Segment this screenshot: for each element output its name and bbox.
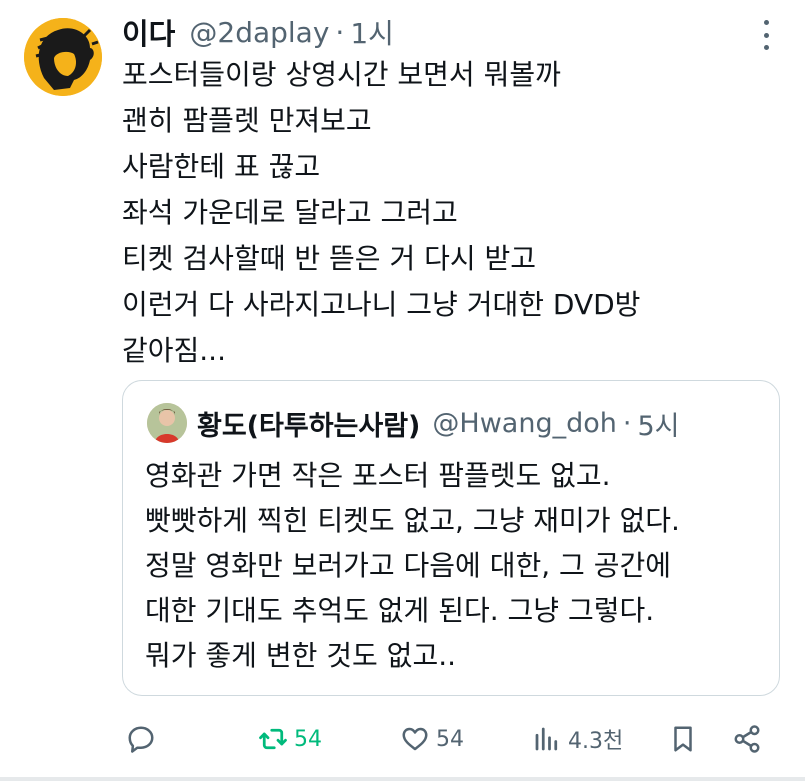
bar-chart-icon <box>535 727 558 751</box>
tweet-text: 포스터들이랑 상영시간 보면서 뭐볼까 괜히 팜플렛 만져보고 사람한테 표 끊… <box>122 52 782 374</box>
quoted-text: 영화관 가면 작은 포스터 팜플렛도 없고. 빳빳하게 찍힌 티켓도 없고, 그… <box>145 453 765 678</box>
more-options-icon[interactable] <box>754 20 778 50</box>
bookmark-button[interactable] <box>668 722 698 756</box>
author-avatar[interactable] <box>24 18 102 96</box>
views-count: 4.3천 <box>568 729 624 754</box>
reply-icon <box>128 726 154 753</box>
quoted-timestamp[interactable]: 5시 <box>637 404 679 443</box>
more-dot <box>763 20 769 25</box>
quoted-header: 황도(타투하는사람) @Hwang_doh · 5시 <box>197 403 679 443</box>
tweet-line: 좌석 가운데로 달라고 그러고 <box>122 196 458 229</box>
bookmark-icon <box>674 726 692 752</box>
like-button[interactable]: 54 <box>400 722 464 756</box>
heart-icon <box>402 727 428 751</box>
quoted-author-avatar[interactable] <box>147 403 187 443</box>
tweet-line: 같아짐... <box>122 334 226 367</box>
author-name[interactable]: 이다 <box>122 11 175 53</box>
retweet-count: 54 <box>294 726 322 752</box>
tweet-line: 사람한테 표 끊고 <box>122 150 321 183</box>
quoted-line: 뭐가 좋게 변한 것도 없고.. <box>145 639 457 672</box>
tweet-line: 괜히 팜플렛 만져보고 <box>122 104 372 137</box>
tweet-header: 이다 @2daplay · 1시 <box>122 12 394 52</box>
tweet-line: 이런거 다 사라지고나니 그냥 거대한 DVD방 <box>122 288 641 321</box>
share-button[interactable] <box>732 722 762 756</box>
quoted-line: 영화관 가면 작은 포스터 팜플렛도 없고. <box>145 459 611 492</box>
tweet-timestamp[interactable]: 1시 <box>350 12 394 52</box>
more-dot <box>763 32 769 38</box>
like-count: 54 <box>436 726 464 752</box>
quoted-author-name[interactable]: 황도(타투하는사람) <box>197 404 420 443</box>
quoted-line: 대한 기대도 추억도 없게 된다. 그냥 그렇다. <box>145 594 655 627</box>
reply-button[interactable] <box>126 722 156 756</box>
quoted-tweet[interactable]: 황도(타투하는사람) @Hwang_doh · 5시 영화관 가면 작은 포스터… <box>122 380 780 696</box>
quoted-header-separator: · <box>622 407 632 439</box>
quoted-line: 정말 영화만 보러가고 다음에 대한, 그 공간에 <box>145 549 671 582</box>
share-icon <box>734 725 760 753</box>
more-dot <box>763 45 769 50</box>
action-bar: 54 54 4.3천 <box>0 714 805 764</box>
quoted-author-handle[interactable]: @Hwang_doh <box>432 408 616 439</box>
views-button[interactable]: 4.3천 <box>532 722 623 756</box>
retweet-icon <box>259 728 287 750</box>
header-separator: · <box>335 15 345 49</box>
quoted-line: 빳빳하게 찍힌 티켓도 없고, 그냥 재미가 없다. <box>145 504 680 537</box>
bottom-divider <box>0 777 805 781</box>
author-handle[interactable]: @2daplay <box>189 16 329 49</box>
avatar-illustration <box>24 18 102 96</box>
tweet-line: 티켓 검사할때 반 뜯은 거 다시 받고 <box>122 242 537 275</box>
quoted-avatar-illustration <box>147 403 187 443</box>
retweet-button[interactable]: 54 <box>258 722 322 756</box>
tweet-line: 포스터들이랑 상영시간 보면서 뭐볼까 <box>122 58 561 91</box>
